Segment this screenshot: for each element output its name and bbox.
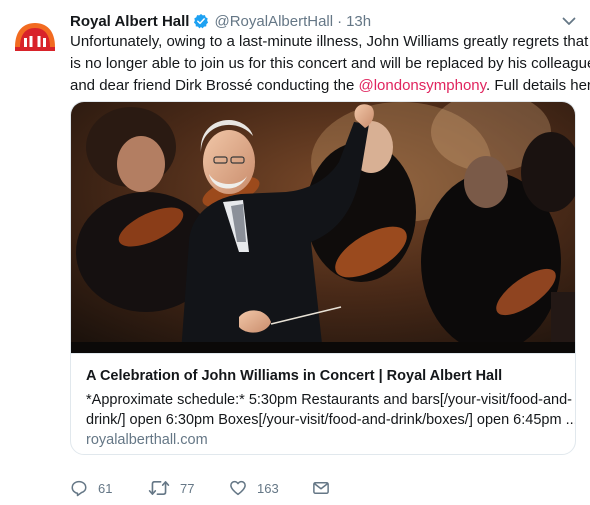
like-count: 163 xyxy=(257,480,279,496)
card-description-line: *Approximate schedule:* 5:30pm Restauran… xyxy=(86,392,573,408)
tweet-header: Royal Albert Hall @RoyalAlbertHall · 13h xyxy=(70,11,371,31)
like-heart-icon xyxy=(230,480,246,496)
display-name[interactable]: Royal Albert Hall xyxy=(70,13,189,30)
retweet-icon xyxy=(148,481,170,495)
like-button[interactable]: 163 xyxy=(229,476,279,500)
tweet-text-line: is no longer able to join us for this co… xyxy=(70,55,590,72)
chevron-down-icon[interactable] xyxy=(560,12,578,30)
card-image-conductor-photo[interactable] xyxy=(71,102,576,353)
tweet-text: Unfortunately, owing to a last-minute il… xyxy=(70,31,590,97)
card-description-line: drink/] open 6:30pm Boxes[/your-visit/fo… xyxy=(86,412,576,428)
separator-dot: · xyxy=(337,12,343,30)
card-description: *Approximate schedule:* 5:30pm Restauran… xyxy=(86,390,576,430)
retweet-button[interactable]: 77 xyxy=(148,476,194,500)
reply-button[interactable]: 61 xyxy=(70,476,112,500)
royal-albert-hall-logo-icon[interactable] xyxy=(12,14,58,60)
tweet-timestamp[interactable]: 13h xyxy=(346,13,371,30)
direct-message-button[interactable] xyxy=(312,476,330,500)
reply-icon xyxy=(71,480,87,497)
tweet-text-line: Unfortunately, owing to a last-minute il… xyxy=(70,33,590,50)
reply-count: 61 xyxy=(98,480,113,496)
card-domain[interactable]: royalalberthall.com xyxy=(86,432,208,448)
tweet-text-line: and dear friend Dirk Brossé conducting t… xyxy=(70,77,590,94)
direct-message-icon xyxy=(313,482,329,494)
mention-link[interactable]: @londonsymphony xyxy=(359,77,487,94)
link-preview-card[interactable]: A Celebration of John Williams in Concer… xyxy=(70,101,576,455)
tweet: Royal Albert Hall @RoyalAlbertHall · 13h… xyxy=(0,0,590,505)
card-body[interactable]: A Celebration of John Williams in Concer… xyxy=(71,353,576,454)
card-title[interactable]: A Celebration of John Williams in Concer… xyxy=(86,368,502,384)
user-handle[interactable]: @RoyalAlbertHall xyxy=(214,13,333,30)
retweet-count: 77 xyxy=(180,480,195,496)
verified-badge-icon xyxy=(194,14,209,29)
